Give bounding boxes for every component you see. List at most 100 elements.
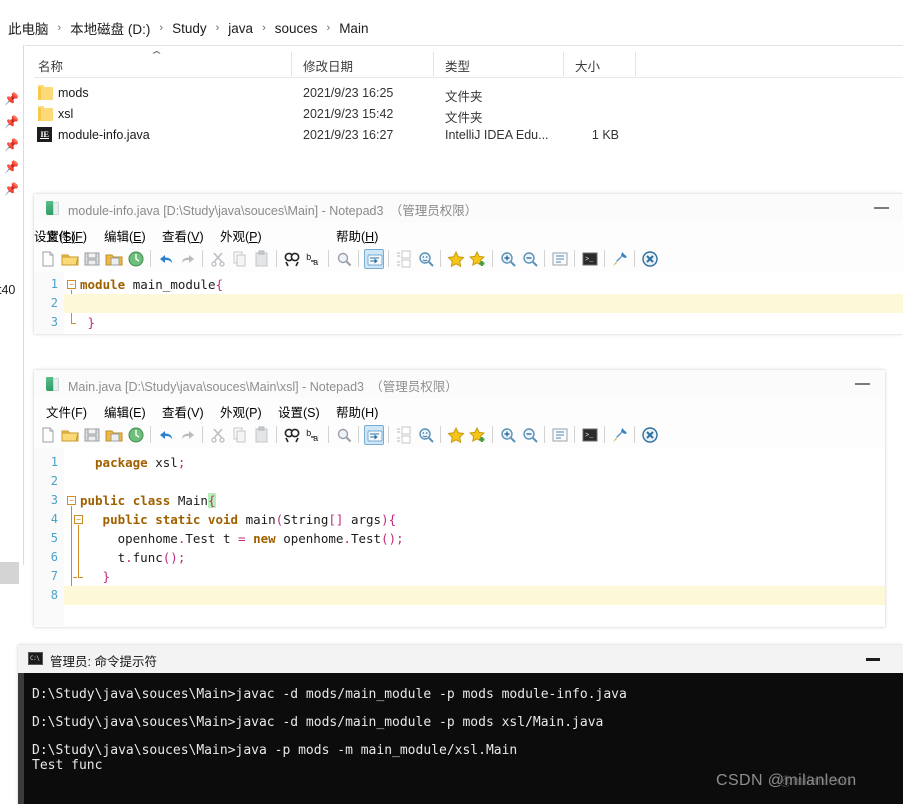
titlebar[interactable]: Main.java [D:\Study\java\souces\Main\xsl… [34,370,885,398]
pin-icon[interactable]: 📌 [4,183,19,196]
notepad3-app-icon [46,377,60,391]
zoom-selection-icon[interactable] [416,249,436,269]
toggle-view-icon[interactable] [550,249,570,269]
scroll-thumb-fragment[interactable] [0,562,19,584]
word-wrap-icon[interactable] [364,425,384,445]
open-folder-icon[interactable] [60,425,80,445]
word-wrap-icon[interactable] [364,249,384,269]
breadcrumb-item-0[interactable]: 此电脑 [8,18,49,38]
save-as-icon[interactable] [104,425,124,445]
favorites-icon[interactable] [446,249,466,269]
replace-icon[interactable]: ba [304,425,324,445]
add-favorite-icon[interactable] [468,249,488,269]
new-file-icon[interactable] [38,425,58,445]
breadcrumb-item-4[interactable]: souces [275,21,318,36]
menu-help[interactable]: 帮助(H) [336,402,378,421]
table-row[interactable]: xsl 2021/9/23 15:42 文件夹 [34,105,903,126]
exit-icon[interactable] [640,425,660,445]
fold-toggle-icon[interactable]: − [67,280,76,289]
code-editor[interactable]: 123 − module main_module{requires func_m… [34,272,903,334]
menu-help[interactable]: 帮助(H) [336,226,378,245]
open-folder-icon[interactable] [60,249,80,269]
redo-icon[interactable] [178,249,198,269]
cut-icon[interactable] [208,425,228,445]
zoom-out-icon[interactable] [520,249,540,269]
breadcrumb-item-3[interactable]: java [228,21,253,36]
toolbar-separator [358,250,359,267]
minimize-button[interactable] [840,371,886,397]
breadcrumb-item-2[interactable]: Study [172,21,207,36]
minimize-button[interactable] [859,195,903,221]
toolbar[interactable]: b a >_ [34,422,885,448]
zoom-in-icon[interactable] [498,249,518,269]
menu-edit[interactable]: 编辑(E) [104,402,146,421]
always-on-top-icon[interactable] [610,425,630,445]
copy-icon[interactable] [230,425,250,445]
breadcrumb[interactable]: 此电脑 › 本地磁盘 (D:) › Study › java › souces … [0,14,903,42]
breadcrumb-item-5[interactable]: Main [339,21,368,36]
favorites-icon[interactable] [446,425,466,445]
save-as-icon[interactable] [104,249,124,269]
fold-toggle-icon[interactable]: − [67,496,76,505]
copy-icon[interactable] [230,249,250,269]
paste-icon[interactable] [252,425,272,445]
column-header-date[interactable]: 修改日期 [303,56,353,75]
table-row[interactable]: mods 2021/9/23 16:25 文件夹 [34,84,903,105]
redo-icon[interactable] [178,425,198,445]
exit-icon[interactable] [640,249,660,269]
save-icon[interactable] [82,249,102,269]
column-header-name[interactable]: 名称 [38,56,63,75]
code-line: module main_module{ [80,277,224,292]
menu-settings[interactable]: 设置(S) [34,226,76,245]
breadcrumb-item-1[interactable]: 本地磁盘 (D:) [70,18,150,38]
find-next-icon[interactable] [334,425,354,445]
pin-icon[interactable]: 📌 [4,116,19,129]
toolbar-separator [388,250,389,267]
indent-guides-icon[interactable] [394,425,414,445]
menu-settings[interactable]: 设置(S) [278,402,320,421]
table-row[interactable]: IE module-info.java 2021/9/23 16:27 Inte… [34,126,903,147]
zoom-selection-icon[interactable] [416,425,436,445]
reload-icon[interactable] [126,249,146,269]
pin-icon[interactable]: 📌 [4,139,19,152]
menu-view[interactable]: 查看(V) [162,402,204,421]
code-editor[interactable]: 12345678 − − package xsl; public class Mai… [34,448,885,626]
add-favorite-icon[interactable] [468,425,488,445]
open-console-icon[interactable]: >_ [580,249,600,269]
always-on-top-icon[interactable] [610,249,630,269]
column-header-type[interactable]: 类型 [445,56,470,75]
indent-guides-icon[interactable] [394,249,414,269]
menu-view[interactable]: 查看(V) [162,226,204,245]
menu-file[interactable]: 文件(F) [46,402,87,421]
minimize-button[interactable] [852,646,896,672]
toolbar-separator [604,250,605,267]
zoom-in-icon[interactable] [498,425,518,445]
menubar[interactable]: 文件(F) 编辑(E) 查看(V) 外观(P) 设置(S) 帮助(H) [34,222,903,246]
pin-icon[interactable]: 📌 [4,161,19,174]
pin-icon[interactable]: 📌 [4,93,19,106]
reload-icon[interactable] [126,425,146,445]
zoom-out-icon[interactable] [520,425,540,445]
menubar[interactable]: 文件(F) 编辑(E) 查看(V) 外观(P) 设置(S) 帮助(H) [34,398,885,422]
undo-icon[interactable] [156,249,176,269]
toolbar[interactable]: b a >_ [34,246,903,272]
open-console-icon[interactable]: >_ [580,425,600,445]
column-header-size[interactable]: 大小 [575,56,600,75]
toggle-view-icon[interactable] [550,425,570,445]
new-file-icon[interactable] [38,249,58,269]
menu-edit[interactable]: 编辑(E) [104,226,146,245]
replace-icon[interactable]: ba [304,249,324,269]
console-scrollbar[interactable] [18,673,24,804]
paste-icon[interactable] [252,249,272,269]
cut-icon[interactable] [208,249,228,269]
chevron-right-icon: › [215,22,220,34]
save-icon[interactable] [82,425,102,445]
find-next-icon[interactable] [334,249,354,269]
find-icon[interactable] [282,249,302,269]
menu-appearance[interactable]: 外观(P) [220,226,262,245]
menu-appearance[interactable]: 外观(P) [220,402,262,421]
titlebar[interactable]: module-info.java [D:\Study\java\souces\M… [34,194,903,222]
undo-icon[interactable] [156,425,176,445]
find-icon[interactable] [282,425,302,445]
titlebar[interactable]: C:\ 管理员: 命令提示符 [18,645,903,673]
